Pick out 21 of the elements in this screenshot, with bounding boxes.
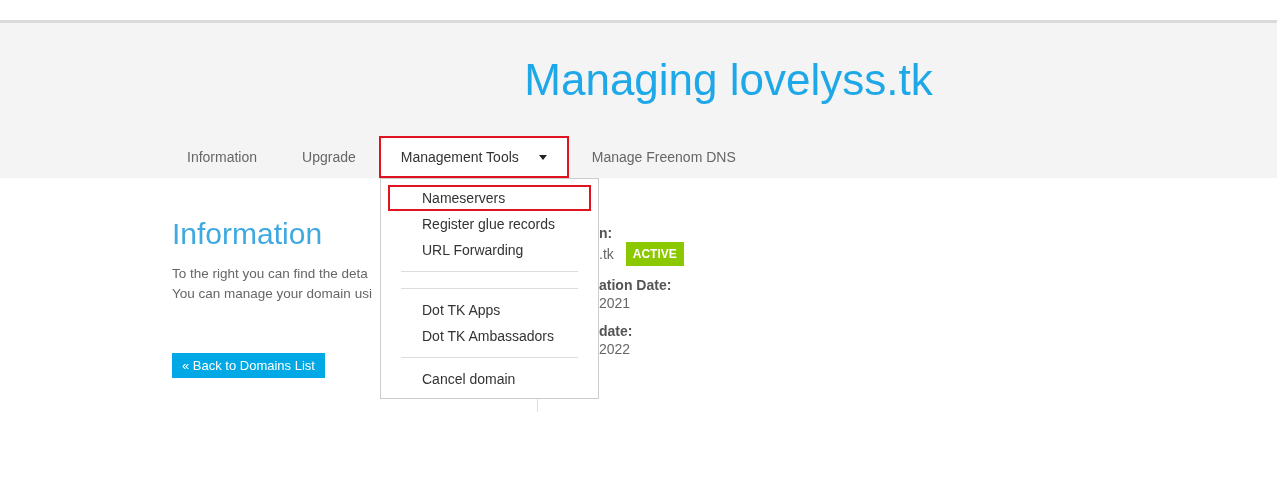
menu-item[interactable]: Nameservers bbox=[388, 185, 591, 211]
detail-label: date: bbox=[599, 322, 634, 340]
menu-item[interactable]: URL Forwarding bbox=[388, 237, 591, 263]
detail-value: 2022 bbox=[599, 340, 631, 358]
detail-value: .tk bbox=[599, 245, 614, 263]
detail-label: n: bbox=[599, 224, 614, 242]
description-text: To the right you can find the deta bbox=[172, 265, 369, 283]
menu-item[interactable]: Cancel domain bbox=[388, 366, 591, 392]
page-title: Managing lovelyss.tk bbox=[524, 53, 933, 106]
menu-item[interactable]: Register glue records bbox=[388, 211, 591, 237]
detail-label: ation Date: bbox=[599, 276, 673, 294]
detail-value: 2021 bbox=[599, 294, 631, 312]
description-text: You can manage your domain usi bbox=[172, 285, 373, 303]
nav-tab[interactable]: Management Tools bbox=[378, 136, 569, 178]
menu-item[interactable]: Dot TK Ambassadors bbox=[388, 323, 591, 349]
nav-tab[interactable]: Information bbox=[165, 136, 280, 178]
nav-tab[interactable]: Manage Freenom DNS bbox=[569, 136, 758, 178]
nav-tab[interactable]: Upgrade bbox=[280, 136, 378, 178]
status-badge: ACTIVE bbox=[625, 242, 684, 266]
menu-item[interactable]: Dot TK Apps bbox=[388, 297, 591, 323]
section-heading: Information bbox=[172, 216, 323, 252]
